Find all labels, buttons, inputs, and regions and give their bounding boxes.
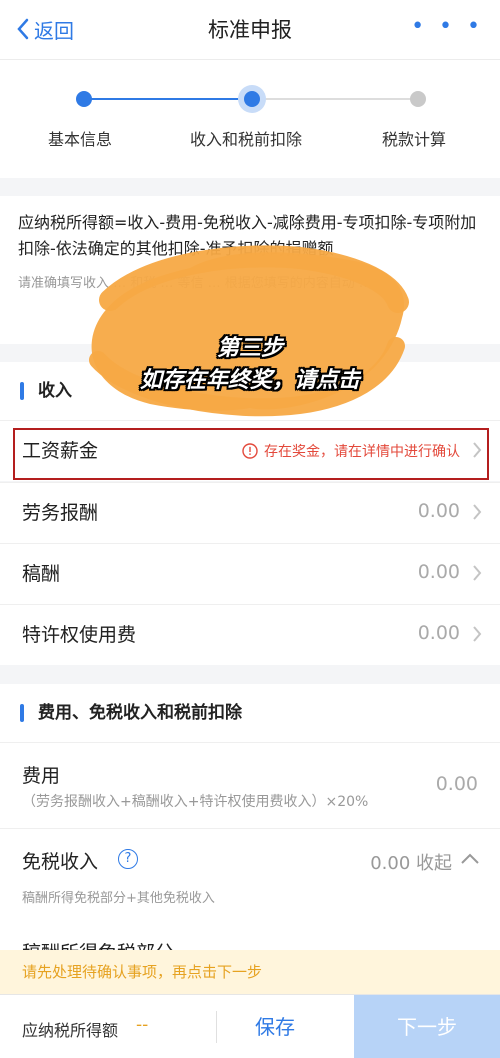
formula-hint: 请准确填写收入 … 和税 … 等信 … 根据您填写的内容自动 … — [18, 276, 372, 291]
deduction-section-header: 费用、免税收入和税前扣除 — [0, 684, 500, 742]
row-label: 劳务报酬 — [22, 502, 99, 524]
income-row-royalty-writing[interactable]: 稿酬 0.00 — [0, 543, 500, 604]
row-value: 0.00 — [417, 561, 460, 583]
section-title-deduction: 费用、免税收入和税前扣除 — [0, 684, 500, 742]
row-value: 0.00 — [417, 500, 460, 522]
exempt-value: 0.00 收起 — [370, 853, 452, 874]
row-label: 特许权使用费 — [22, 624, 137, 646]
partial-label: 稿酬所得免税部分 — [22, 938, 174, 950]
exempt-income-row[interactable]: 免税收入 ? 0.00 收起 稿酬所得免税部分+其他免税收入 — [0, 828, 500, 924]
save-button[interactable]: 保存 — [220, 995, 330, 1058]
bottom-bar: 应纳税所得额 -- 保存 下一步 — [0, 994, 500, 1058]
help-icon[interactable]: ? — [118, 849, 138, 869]
income-row-labor[interactable]: 劳务报酬 0.00 — [0, 482, 500, 543]
stepper: 基本信息 收入和税前扣除 税款计算 — [0, 60, 500, 178]
next-button[interactable]: 下一步 — [354, 995, 500, 1058]
formula-text: 应纳税所得额=收入-费用-免税收入-减除费用-专项扣除-专项附加扣除-依法确定的… — [18, 213, 477, 258]
step-label-1: 基本信息 — [48, 130, 113, 149]
more-icon[interactable]: • • • — [411, 14, 484, 39]
caption-line-2: 如存在年终奖，请点击 — [139, 368, 360, 393]
caption-line-1: 第三步 — [216, 336, 283, 361]
exempt-label: 免税收入 — [22, 851, 99, 873]
notice-bar: 请先处理待确认事项，再点击下一步 — [0, 950, 500, 994]
step-dot-3 — [410, 91, 426, 107]
row-label: 稿酬 — [22, 563, 61, 585]
row-value: 0.00 — [417, 622, 460, 644]
fee-row: 费用 （劳务报酬收入+稿酬收入+特许权使用费收入）×20% 0.00 — [0, 742, 500, 828]
step-label-2: 收入和税前扣除 — [190, 130, 303, 149]
step-label-3: 税款计算 — [382, 130, 447, 149]
step-connector-todo — [252, 98, 418, 100]
highlight-box — [13, 428, 489, 480]
chevron-up-icon[interactable] — [460, 853, 480, 865]
divider — [216, 1011, 217, 1043]
chevron-right-icon — [473, 565, 482, 581]
step-connector-done — [84, 98, 250, 100]
step-dot-1 — [76, 91, 92, 107]
next-item-partial: 稿酬所得免税部分 — [0, 924, 500, 950]
collapse-toggle[interactable]: 收起 — [416, 853, 452, 874]
chevron-right-icon — [473, 504, 482, 520]
fee-value: 0.00 — [435, 773, 478, 795]
chevron-right-icon — [473, 626, 482, 642]
fee-formula: （劳务报酬收入+稿酬收入+特许权使用费收入）×20% — [22, 794, 369, 810]
step-dot-2 — [238, 85, 266, 113]
income-row-franchise[interactable]: 特许权使用费 0.00 — [0, 604, 500, 665]
formula-panel: 应纳税所得额=收入-费用-免税收入-减除费用-专项扣除-专项附加扣除-依法确定的… — [0, 196, 500, 344]
fee-label: 费用 — [22, 765, 61, 787]
taxable-label: 应纳税所得额 — [22, 1021, 119, 1040]
nav-bar: 返回 标准申报 • • • — [0, 0, 500, 60]
exempt-formula: 稿酬所得免税部分+其他免税收入 — [22, 891, 215, 906]
taxable-value: -- — [136, 1015, 149, 1035]
